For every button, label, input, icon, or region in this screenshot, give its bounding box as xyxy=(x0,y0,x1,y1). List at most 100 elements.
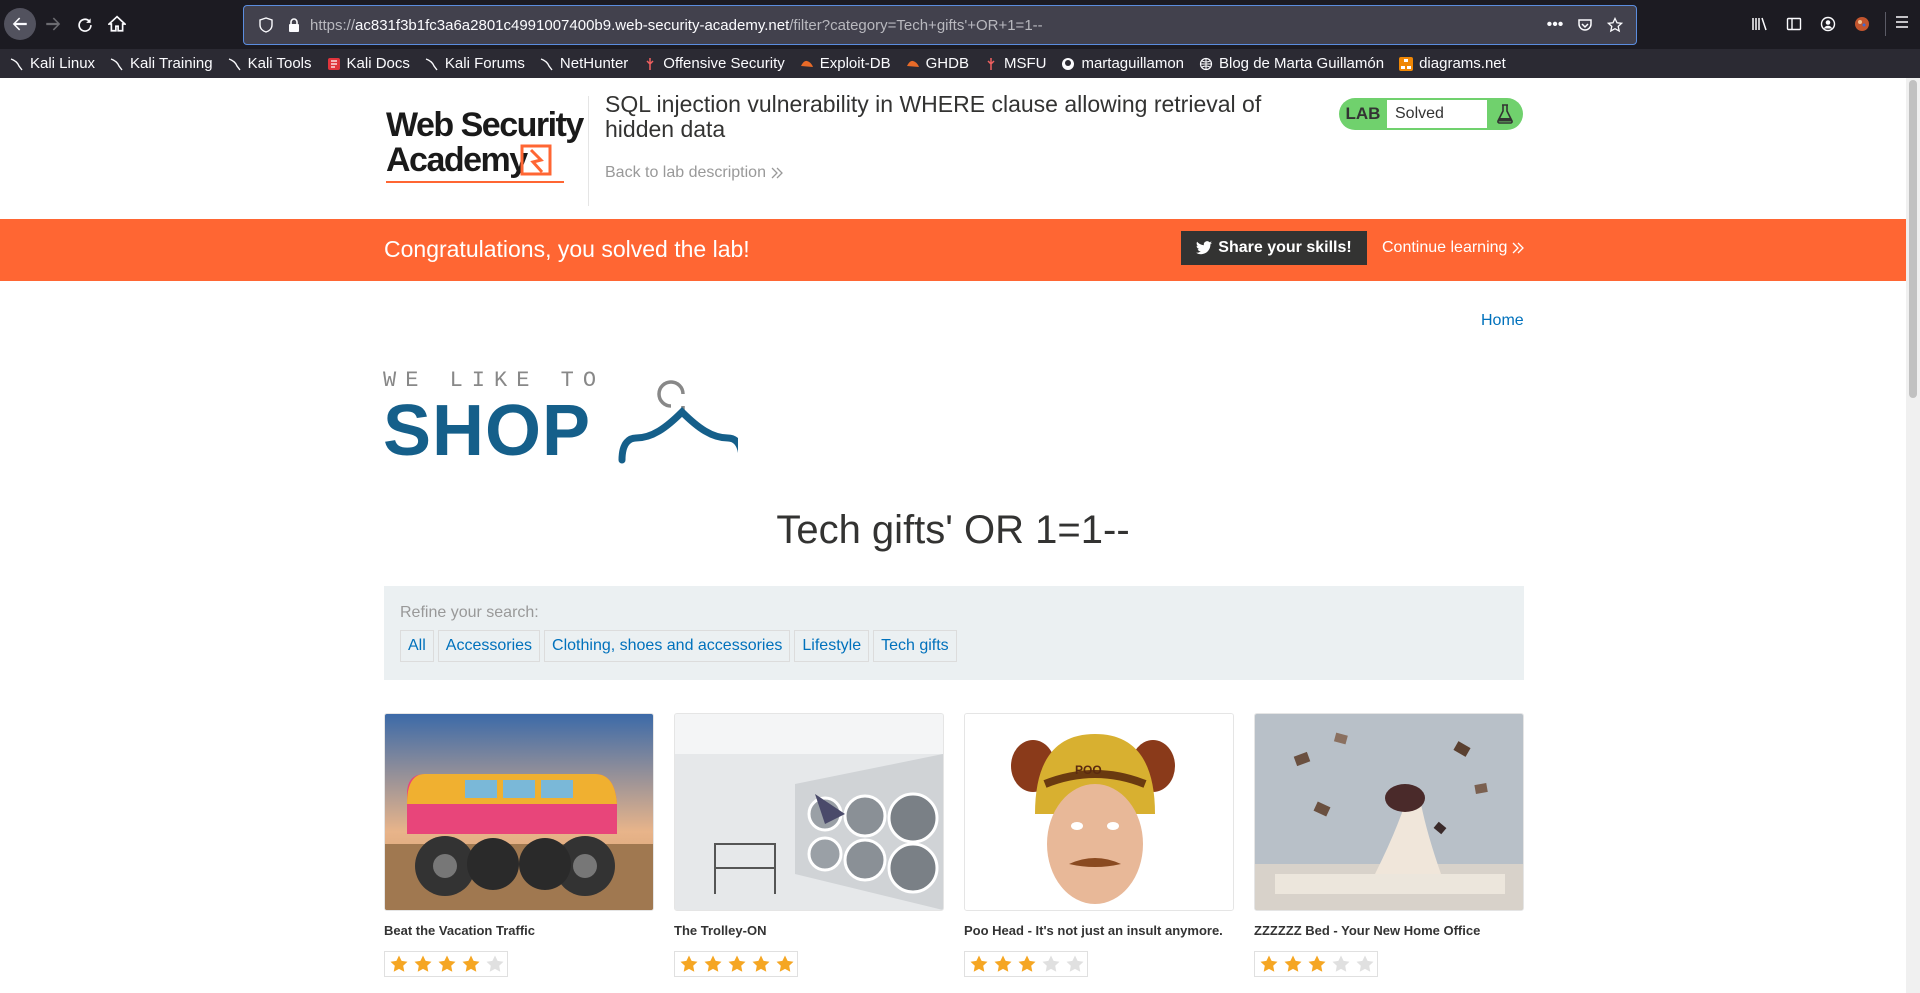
shop-logo-big-text: SHOP xyxy=(383,391,592,471)
star-filled-icon xyxy=(459,952,483,976)
github-icon xyxy=(1060,56,1076,72)
page-scrollbar[interactable] xyxy=(1906,78,1920,993)
star-filled-icon xyxy=(701,952,725,976)
bookmark-item[interactable]: Offensive Security xyxy=(642,55,785,72)
shop-logo: WE LIKE TO SHOP xyxy=(383,368,743,471)
bookmark-item[interactable]: Kali Forums xyxy=(424,55,525,72)
bookmark-label: Kali Linux xyxy=(30,55,96,72)
back-link-label: Back to lab description xyxy=(605,164,766,181)
back-to-lab-link[interactable]: Back to lab description xyxy=(605,164,784,182)
url-text[interactable]: https://ac831f3b1fc3a6a2801c4991007400b9… xyxy=(310,17,1043,34)
continue-learning-link[interactable]: Continue learning xyxy=(1382,239,1525,257)
product-image[interactable]: POO xyxy=(964,713,1234,911)
star-filled-icon xyxy=(411,952,435,976)
twitter-icon xyxy=(1196,241,1213,255)
browser-toolbar: https://ac831f3b1fc3a6a2801c4991007400b9… xyxy=(0,0,1920,49)
filter-category-link[interactable]: All xyxy=(400,630,434,662)
offsec-icon xyxy=(983,56,999,72)
star-empty-icon xyxy=(1329,952,1353,976)
kali-icon xyxy=(539,56,555,72)
star-filled-icon xyxy=(749,952,773,976)
sidebar-icon[interactable] xyxy=(1784,14,1804,34)
product-card[interactable]: POO Poo Head - It's not just an insult a… xyxy=(964,713,1234,977)
page-content: Web Security Academy SQL injection vulne… xyxy=(0,78,1906,993)
product-image[interactable] xyxy=(384,713,654,911)
url-host: ac831f3b1fc3a6a2801c4991007400b9.web-sec… xyxy=(355,17,790,34)
filter-category-link[interactable]: Tech gifts xyxy=(873,630,957,662)
product-card[interactable]: The Trolley-ON xyxy=(674,713,944,977)
web-security-academy-logo[interactable]: Web Security Academy xyxy=(384,96,586,188)
tracking-shield-icon[interactable] xyxy=(258,17,274,38)
back-button[interactable] xyxy=(4,8,36,40)
arrow-right-icon xyxy=(46,17,61,31)
home-icon xyxy=(108,15,126,32)
star-empty-icon xyxy=(483,952,507,976)
bookmark-item[interactable]: martaguillamon xyxy=(1060,55,1184,72)
bookmark-item[interactable]: Kali Tools xyxy=(227,55,312,72)
star-filled-icon xyxy=(1015,952,1039,976)
product-name[interactable]: Beat the Vacation Traffic xyxy=(384,923,654,938)
bookmark-item[interactable]: Kali Linux xyxy=(9,55,95,72)
lab-status-widget: LAB Solved xyxy=(1339,98,1523,130)
bookmark-label: Kali Tools xyxy=(247,55,312,72)
continue-label: Continue learning xyxy=(1382,239,1508,256)
reload-icon xyxy=(78,18,92,32)
bookmark-item[interactable]: MSFU xyxy=(983,55,1047,72)
home-button[interactable] xyxy=(101,8,133,40)
filter-category-link[interactable]: Lifestyle xyxy=(794,630,870,662)
more-actions-icon[interactable]: ••• xyxy=(1546,16,1564,34)
product-card[interactable]: ZZZZZZ Bed - Your New Home Office xyxy=(1254,713,1524,977)
product-card[interactable]: Beat the Vacation Traffic xyxy=(384,713,654,977)
bookmark-item[interactable]: Kali Training xyxy=(109,55,213,72)
scrollbar-thumb[interactable] xyxy=(1909,80,1917,398)
toolbar-separator xyxy=(1885,12,1886,36)
bookmark-star-icon[interactable] xyxy=(1606,16,1624,34)
star-filled-icon xyxy=(387,952,411,976)
address-bar[interactable]: https://ac831f3b1fc3a6a2801c4991007400b9… xyxy=(243,5,1637,45)
bookmark-item[interactable]: GHDB xyxy=(905,55,969,72)
library-icon[interactable] xyxy=(1750,14,1770,34)
star-empty-icon xyxy=(1063,952,1087,976)
extension-icon[interactable] xyxy=(1852,14,1872,34)
reload-button[interactable] xyxy=(69,8,101,40)
bookmark-label: Offensive Security xyxy=(663,55,785,72)
account-icon[interactable] xyxy=(1818,14,1838,34)
bookmark-item[interactable]: Blog de Marta Guillamón xyxy=(1198,55,1384,72)
product-name[interactable]: The Trolley-ON xyxy=(674,923,944,938)
product-rating xyxy=(964,951,1088,977)
pocket-icon[interactable] xyxy=(1576,16,1594,34)
exploitdb-icon xyxy=(799,56,815,72)
double-chevron-icon xyxy=(1512,242,1525,254)
bookmark-label: diagrams.net xyxy=(1419,55,1506,72)
url-scheme: https:// xyxy=(310,17,356,34)
star-filled-icon xyxy=(1305,952,1329,976)
docs-icon xyxy=(326,56,342,72)
menu-icon[interactable] xyxy=(1894,14,1910,35)
diagrams-icon xyxy=(1398,56,1414,72)
solved-message: Congratulations, you solved the lab! xyxy=(384,236,750,262)
share-skills-button[interactable]: Share your skills! xyxy=(1181,231,1367,265)
star-filled-icon xyxy=(991,952,1015,976)
product-image[interactable] xyxy=(1254,713,1524,911)
exploitdb-icon xyxy=(905,56,921,72)
filter-category-link[interactable]: Accessories xyxy=(437,630,541,662)
bookmark-item[interactable]: diagrams.net xyxy=(1398,55,1506,72)
bookmark-item[interactable]: Exploit-DB xyxy=(799,55,891,72)
offsec-icon xyxy=(642,56,658,72)
bookmark-item[interactable]: NetHunter xyxy=(539,55,628,72)
home-link[interactable]: Home xyxy=(1481,312,1524,330)
forward-button[interactable] xyxy=(37,8,69,40)
star-filled-icon xyxy=(773,952,797,976)
product-name[interactable]: Poo Head - It's not just an insult anymo… xyxy=(964,923,1234,938)
filter-category-link[interactable]: Clothing, shoes and accessories xyxy=(544,630,791,662)
filter-tags: All Accessories Clothing, shoes and access… xyxy=(400,630,957,662)
bookmark-item[interactable]: Kali Docs xyxy=(326,55,410,72)
lock-icon[interactable] xyxy=(286,17,302,38)
bookmark-label: Blog de Marta Guillamón xyxy=(1219,55,1385,72)
logo-line1: Web Security xyxy=(386,106,584,144)
product-image[interactable] xyxy=(674,713,944,911)
svg-text:POO: POO xyxy=(1075,763,1102,777)
bookmark-label: Kali Training xyxy=(130,55,213,72)
bookmark-label: MSFU xyxy=(1003,55,1047,72)
product-name[interactable]: ZZZZZZ Bed - Your New Home Office xyxy=(1254,923,1524,938)
